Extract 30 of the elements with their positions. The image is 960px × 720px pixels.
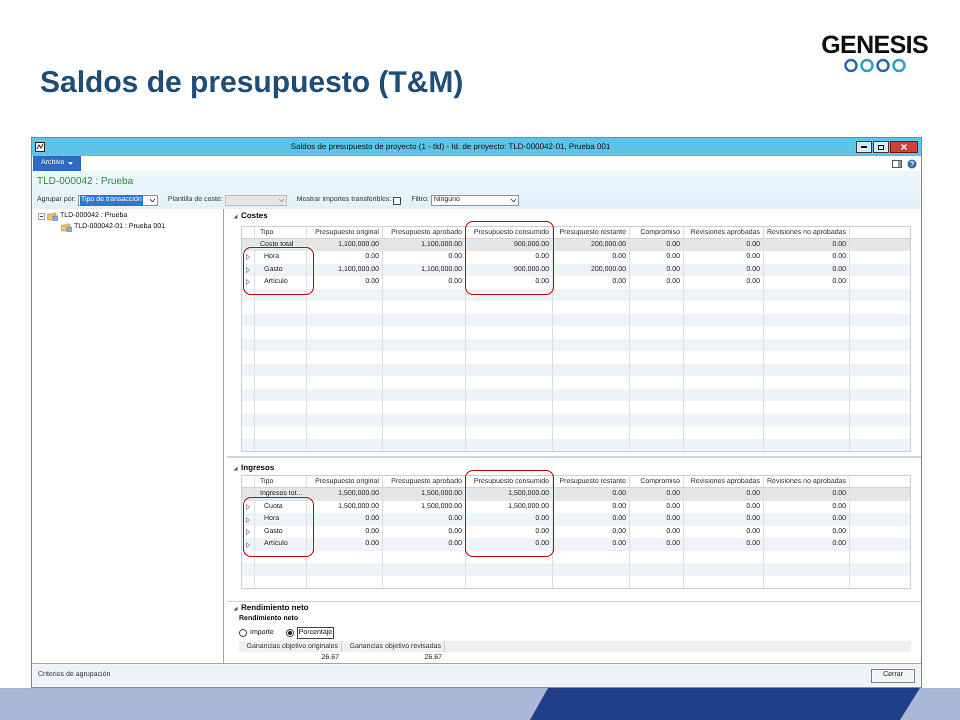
collapse-arrow-icon[interactable] (233, 466, 238, 471)
collapse-arrow-icon[interactable] (233, 214, 238, 219)
section-title: Costes (241, 210, 268, 222)
maximize-button[interactable] (873, 141, 889, 153)
collapse-toggle-icon[interactable] (38, 213, 45, 220)
help-icon[interactable] (907, 158, 917, 168)
close-button[interactable] (890, 141, 918, 153)
chevron-down-icon (150, 199, 155, 202)
radio-button[interactable] (239, 628, 247, 637)
section-title: Ingresos (241, 462, 274, 474)
transferable-checkbox[interactable] (393, 196, 402, 204)
window-app-icon (35, 142, 45, 152)
logo-text: GENESIS (821, 32, 928, 58)
close-icon (901, 144, 907, 150)
record-header: TLD-000042 : Prueba (37, 175, 134, 189)
minimize-icon (861, 146, 867, 148)
project-folder-icon (47, 212, 58, 221)
window-title: Saldos de presupuesto de proyecto (1 - tld) - Id. de proyecto: TLD-000042-01, Prueba 001 (290, 141, 612, 153)
logo-rings-drawing (842, 58, 907, 73)
project-folder-icon (61, 223, 72, 232)
slide-title: Saldos de presupuesto (T&M) (40, 65, 464, 101)
radio-button[interactable] (286, 628, 294, 637)
caret-icon (68, 162, 74, 165)
collapse-arrow-icon[interactable] (233, 606, 238, 610)
chevron-down-icon (510, 199, 516, 202)
panel-icon[interactable] (892, 160, 902, 168)
minimize-button[interactable] (856, 141, 872, 153)
section-title: Rendimiento neto (241, 602, 309, 614)
maximize-icon (878, 144, 884, 150)
chevron-down-icon (278, 199, 284, 202)
